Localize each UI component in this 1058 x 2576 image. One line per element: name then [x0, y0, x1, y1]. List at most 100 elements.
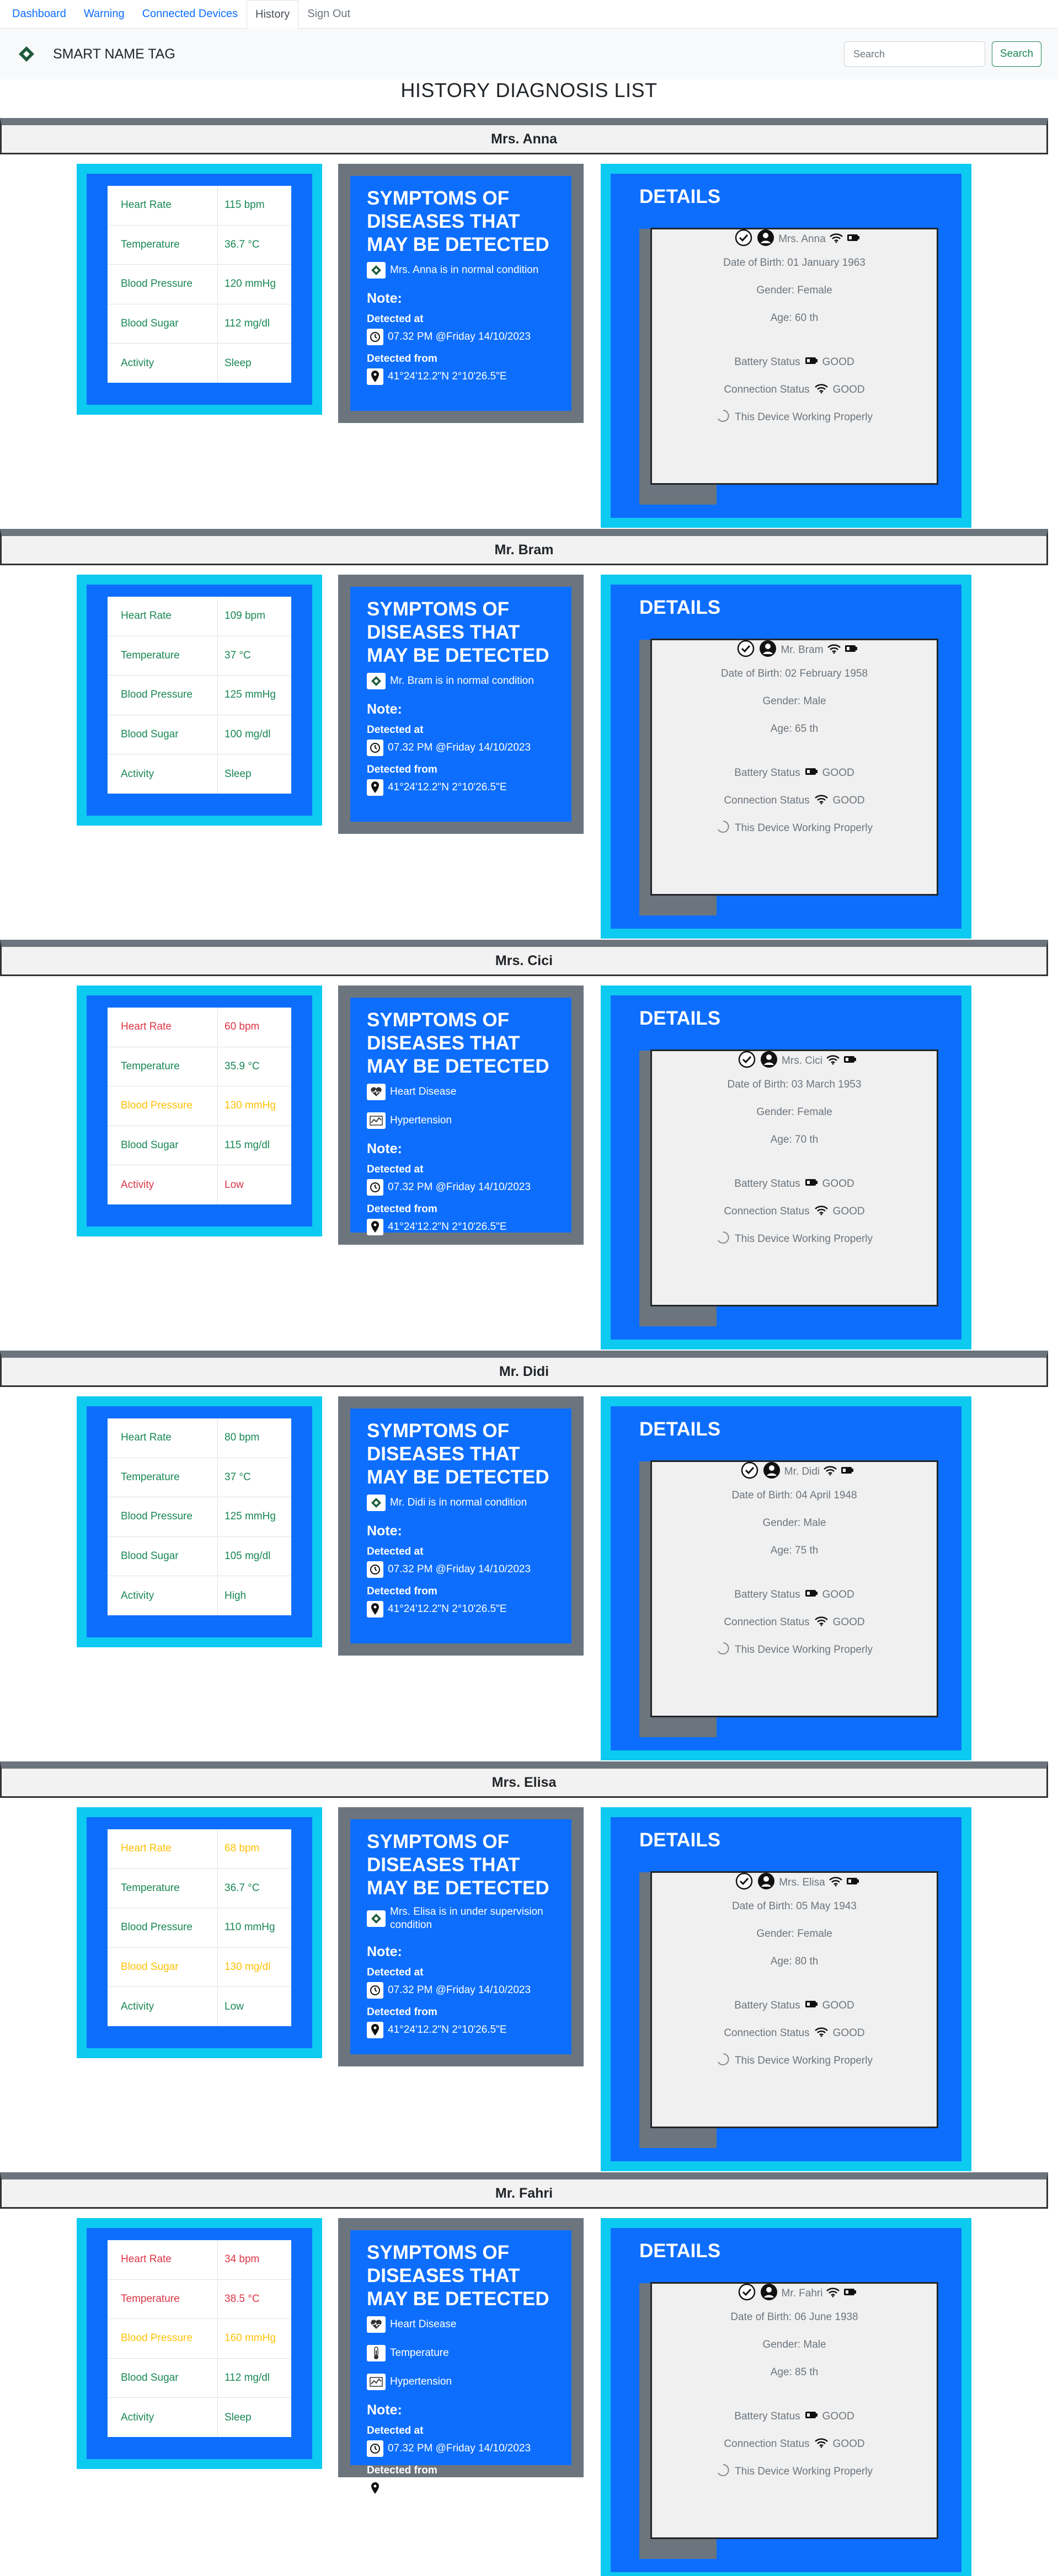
blood-sugar-label: Blood Sugar	[108, 1126, 218, 1165]
battery-icon	[805, 1589, 818, 1601]
search-input[interactable]: Search	[844, 41, 985, 67]
wifi-icon	[826, 1054, 840, 1068]
connection-status-label: Connection Status	[724, 1616, 810, 1628]
battery-icon	[805, 1178, 818, 1190]
vitals-card: Heart Rate 80 bpm Temperature 37 °C Blood Pr…	[77, 1396, 322, 1647]
blood-sugar-value: 115 mg/dl	[225, 1139, 270, 1152]
loading-spinner-icon	[716, 1230, 730, 1248]
heart-rate-label: Heart Rate	[108, 597, 218, 636]
vitals-row-blood-pressure: Blood Pressure 125 mmHg	[108, 676, 291, 715]
tab-dashboard[interactable]: Dashboard	[3, 0, 75, 28]
check-circle-icon	[734, 228, 753, 250]
heart-rate-label: Heart Rate	[108, 1829, 218, 1868]
activity-value: Low	[225, 1179, 244, 1191]
wifi-icon	[814, 1204, 829, 1219]
vitals-row-temperature: Temperature 36.7 °C	[108, 225, 291, 265]
date-of-birth: Date of Birth: 01 January 1963	[723, 257, 865, 269]
vitals-table: Heart Rate 115 bpm Temperature 36.7 °C Blood…	[108, 186, 291, 383]
age: Age: 60 th	[770, 312, 819, 324]
vitals-row-blood-sugar: Blood Sugar 112 mg/dl	[108, 304, 291, 344]
heart-rate-label: Heart Rate	[108, 1418, 218, 1458]
symptoms-title: SYMPTOMS OF DISEASES THAT MAY BE DETECTE…	[367, 188, 549, 255]
symptoms-title: SYMPTOMS OF DISEASES THAT MAY BE DETECTE…	[367, 598, 549, 666]
device-header: Mrs. Cici	[652, 1051, 937, 1071]
detected-location-row: 41°24'12.2"N 2°10'26.5"E	[367, 1219, 555, 1235]
blood-pressure-value: 130 mmHg	[225, 1100, 276, 1112]
condition-text: Heart Disease	[390, 2318, 457, 2330]
vitals-row-blood-pressure: Blood Pressure 160 mmHg	[108, 2319, 291, 2359]
tab-connected-devices[interactable]: Connected Devices	[133, 0, 247, 28]
vitals-row-heart-rate: Heart Rate 68 bpm	[108, 1829, 291, 1869]
vitals-row-activity: Activity Low	[108, 1987, 291, 2026]
clock-icon	[367, 329, 383, 345]
blood-pressure-label: Blood Pressure	[108, 1908, 218, 1947]
clock-icon	[367, 1982, 383, 1999]
brand-logo-icon[interactable]	[17, 44, 36, 64]
loading-spinner-icon	[716, 1641, 730, 1659]
location-pin-icon	[367, 368, 383, 385]
detected-at-label: Detected at	[367, 1164, 424, 1175]
condition-item: Mrs. Anna is in normal condition	[367, 262, 555, 279]
condition-text: Mrs. Elisa is in under supervision condi…	[390, 1906, 543, 1931]
details-card: DETAILS Mr. Didi Date of Birth: 04 April 1…	[601, 1396, 971, 1760]
hypertension-icon	[367, 2374, 386, 2390]
vitals-row-temperature: Temperature 37 °C	[108, 636, 291, 676]
temperature-label: Temperature	[108, 225, 218, 265]
user-avatar-icon	[760, 1050, 778, 1072]
connection-status-value: GOOD	[832, 1616, 865, 1628]
tab-history[interactable]: History	[247, 0, 299, 29]
device-working-row: This Device Working Properly	[652, 1636, 937, 1664]
device-patient-name: Mr. Didi	[784, 1466, 820, 1477]
clock-icon	[367, 1561, 383, 1578]
blood-pressure-value: 110 mmHg	[225, 1921, 275, 1934]
vitals-row-temperature: Temperature 36.7 °C	[108, 1868, 291, 1909]
detected-at-label: Detected at	[367, 1546, 424, 1557]
blood-pressure-label: Blood Pressure	[108, 1497, 218, 1536]
age: Age: 80 th	[770, 1956, 819, 1967]
detected-time-row: 07.32 PM @Friday 14/10/2023	[367, 1982, 555, 1999]
battery-status-label: Battery Status	[734, 356, 800, 368]
battery-icon	[805, 356, 818, 368]
vitals-row-temperature: Temperature 38.5 °C	[108, 2279, 291, 2320]
user-avatar-icon	[758, 639, 777, 661]
date-of-birth: Date of Birth: 04 April 1948	[731, 1490, 857, 1501]
clock-icon	[367, 2440, 383, 2457]
wifi-icon	[814, 794, 829, 808]
search-button[interactable]: Search	[992, 41, 1041, 67]
condition-text: Hypertension	[390, 2376, 452, 2387]
brand-name[interactable]: SMART NAME TAG	[53, 46, 175, 62]
patient-section: Mrs. Cici Heart Rate 60 bpm Temperature 35.9…	[0, 940, 1058, 1351]
detected-time: 07.32 PM @Friday 14/10/2023	[388, 1181, 531, 1193]
activity-label: Activity	[108, 2398, 218, 2437]
connection-status-label: Connection Status	[724, 384, 810, 395]
tab-warning[interactable]: Warning	[75, 0, 133, 28]
activity-label: Activity	[108, 344, 218, 383]
detected-at-label: Detected at	[367, 1967, 424, 1978]
device-working-row: This Device Working Properly	[652, 815, 937, 842]
battery-icon	[805, 2411, 818, 2423]
vitals-row-blood-pressure: Blood Pressure 125 mmHg	[108, 1497, 291, 1537]
gender: Gender: Male	[762, 1517, 826, 1529]
check-circle-icon	[738, 1050, 756, 1072]
temperature-value: 37 °C	[225, 649, 251, 661]
details-card: DETAILS Mr. Bram Date of Birth: 02 Februar…	[601, 575, 971, 939]
age: Age: 85 th	[770, 2366, 819, 2378]
symptoms-card: SYMPTOMS OF DISEASES THAT MAY BE DETECTE…	[338, 1807, 584, 2066]
vitals-row-blood-sugar: Blood Sugar 100 mg/dl	[108, 715, 291, 755]
wifi-icon	[823, 1465, 837, 1479]
heart-rate-value: 109 bpm	[225, 610, 265, 622]
blood-sugar-label: Blood Sugar	[108, 1947, 218, 1987]
device-patient-name: Mr. Bram	[781, 644, 824, 656]
device-info-card: Mr. Fahri Date of Birth: 06 June 1938 Gend…	[650, 2282, 938, 2539]
blood-pressure-label: Blood Pressure	[108, 676, 218, 715]
top-tab-nav: Dashboard Warning Connected Devices Hist…	[0, 0, 1058, 29]
date-of-birth: Date of Birth: 02 February 1958	[720, 668, 868, 679]
vitals-row-activity: Activity Sleep	[108, 2398, 291, 2437]
detected-from-label: Detected from	[367, 1203, 437, 1215]
blood-sugar-value: 105 mg/dl	[225, 1550, 271, 1562]
device-working-text: This Device Working Properly	[735, 2466, 873, 2477]
battery-icon	[841, 1466, 854, 1478]
tab-sign-out[interactable]: Sign Out	[298, 0, 359, 28]
activity-value: Sleep	[225, 357, 252, 369]
heart-rate-label: Heart Rate	[108, 186, 218, 225]
